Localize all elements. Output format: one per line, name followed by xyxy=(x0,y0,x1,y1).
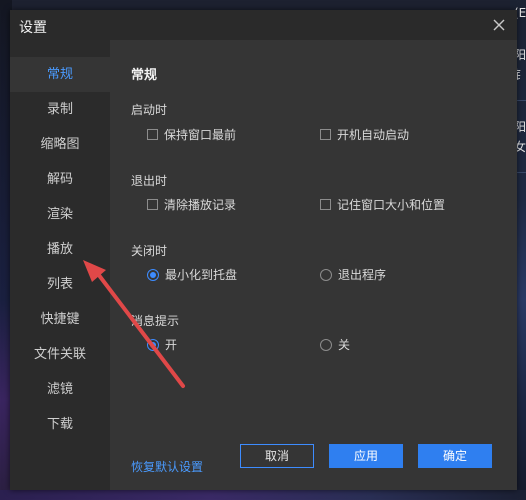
sidebar-item-shortcuts[interactable]: 快捷键 xyxy=(10,302,110,337)
minimize-to-tray-radio[interactable]: 最小化到托盘 xyxy=(147,266,237,283)
sidebar-item-filters[interactable]: 滤镜 xyxy=(10,372,110,407)
option-label: 记住窗口大小和位置 xyxy=(337,198,446,212)
option-label: 退出程序 xyxy=(338,268,387,282)
close-icon xyxy=(493,19,505,31)
notify-on-radio[interactable]: 开 xyxy=(147,336,177,353)
sidebar-item-list[interactable]: 列表 xyxy=(10,267,110,302)
page-title: 常规 xyxy=(131,68,158,83)
sidebar-item-thumbnail[interactable]: 缩略图 xyxy=(10,127,110,162)
checkbox-box xyxy=(320,199,331,210)
cancel-button[interactable]: 取消 xyxy=(240,444,314,468)
radio-circle xyxy=(147,338,159,351)
radio-circle xyxy=(320,268,332,281)
settings-sidebar: 常规 录制 缩略图 解码 渲染 播放 列表 快捷键 文件关联 滤镜 下载 xyxy=(10,40,110,490)
apply-button[interactable]: 应用 xyxy=(329,444,403,468)
sidebar-item-rendering[interactable]: 渲染 xyxy=(10,197,110,232)
option-label: 清除播放记录 xyxy=(164,198,237,212)
keep-on-top-checkbox[interactable]: 保持窗口最前 xyxy=(147,126,236,143)
section-close-label: 关闭时 xyxy=(131,244,168,258)
notify-off-radio[interactable]: 关 xyxy=(320,336,350,353)
settings-content: 常规 启动时 保持窗口最前 开机自动启动 退出时 清除播放记录 记住窗口大小和位… xyxy=(110,40,517,490)
desktop-background-bottom xyxy=(0,490,526,500)
autostart-checkbox[interactable]: 开机自动启动 xyxy=(320,126,409,143)
sidebar-item-download[interactable]: 下载 xyxy=(10,407,110,442)
option-label: 开机自动启动 xyxy=(337,128,410,142)
clear-history-checkbox[interactable]: 清除播放记录 xyxy=(147,196,236,213)
section-notify-label: 消息提示 xyxy=(131,314,180,328)
checkbox-box xyxy=(147,199,158,210)
section-exit-label: 退出时 xyxy=(131,174,168,188)
option-label: 最小化到托盘 xyxy=(165,268,238,282)
radio-circle xyxy=(320,338,332,351)
dialog-title: 设置 xyxy=(19,20,47,36)
restore-defaults-link[interactable]: 恢复默认设置 xyxy=(131,458,203,475)
option-label: 保持窗口最前 xyxy=(164,128,237,142)
sidebar-item-recording[interactable]: 录制 xyxy=(10,92,110,127)
checkbox-box xyxy=(320,129,331,140)
sidebar-item-file-association[interactable]: 文件关联 xyxy=(10,337,110,372)
close-button[interactable] xyxy=(489,15,509,35)
sidebar-item-general[interactable]: 常规 xyxy=(10,57,110,92)
section-startup-label: 启动时 xyxy=(131,103,168,117)
sidebar-item-playback[interactable]: 播放 xyxy=(10,232,110,267)
settings-dialog: 设置 常规 录制 缩略图 解码 渲染 播放 列表 快捷键 文件关联 滤镜 下载 … xyxy=(10,10,517,490)
exit-program-radio[interactable]: 退出程序 xyxy=(320,266,386,283)
option-label: 开 xyxy=(165,338,178,352)
ok-button[interactable]: 确定 xyxy=(418,444,492,468)
remember-window-checkbox[interactable]: 记住窗口大小和位置 xyxy=(320,196,445,213)
title-bar: 设置 xyxy=(10,10,517,40)
radio-circle xyxy=(147,268,159,281)
sidebar-item-decoding[interactable]: 解码 xyxy=(10,162,110,197)
option-label: 关 xyxy=(338,338,351,352)
checkbox-box xyxy=(147,129,158,140)
